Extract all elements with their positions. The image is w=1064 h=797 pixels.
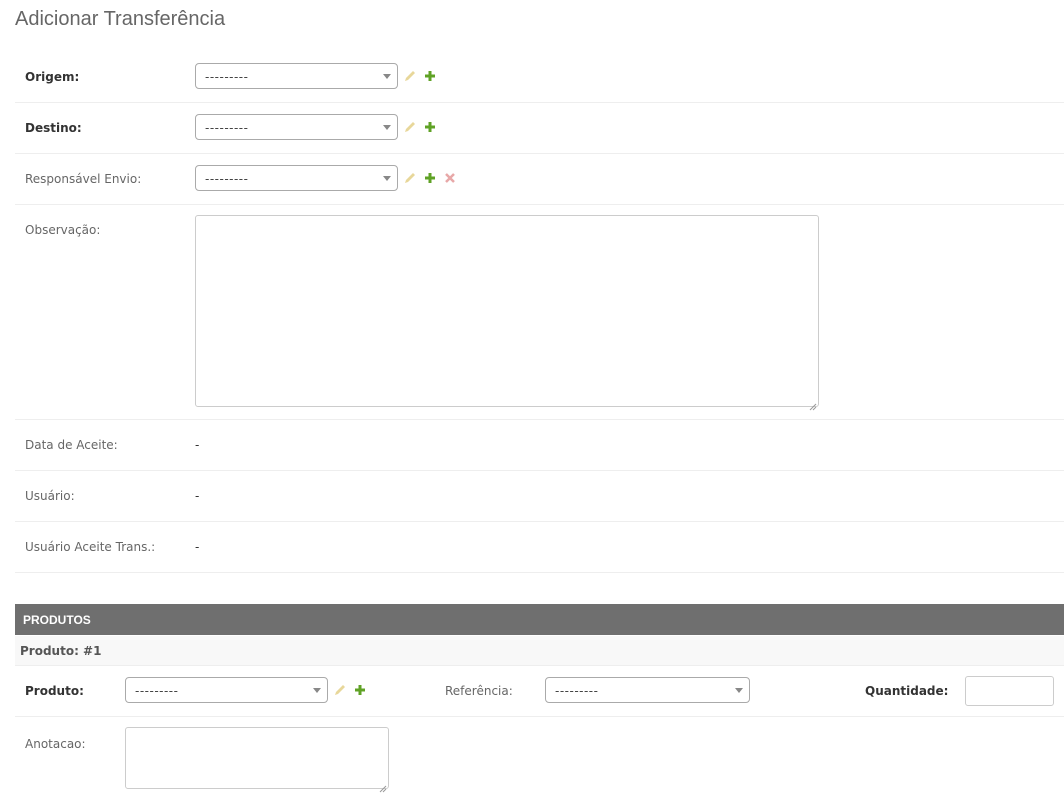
plus-icon[interactable] xyxy=(423,68,437,82)
pencil-icon[interactable] xyxy=(403,170,417,184)
plus-icon[interactable] xyxy=(353,682,367,696)
origem-select-value: --------- xyxy=(205,70,249,84)
produto-item-header: Produto: #1 xyxy=(15,636,1064,666)
data-aceite-value: - xyxy=(195,438,200,452)
field-row-origem: Origem: --------- xyxy=(15,52,1064,103)
usuario-value: - xyxy=(195,489,200,503)
produto-fields-row: Produto: --------- Referência: ---------… xyxy=(15,666,1064,717)
quantidade-input[interactable] xyxy=(965,676,1054,706)
responsavel-select[interactable]: --------- xyxy=(195,165,398,191)
transfer-form: Origem: --------- Destino: --------- Res… xyxy=(15,52,1064,573)
referencia-label: Referência: xyxy=(445,684,513,698)
usuario-aceite-value: - xyxy=(195,540,200,554)
responsavel-select-value: --------- xyxy=(205,172,249,186)
quantidade-label: Quantidade: xyxy=(865,684,949,698)
referencia-select[interactable]: --------- xyxy=(545,677,750,703)
resize-grip-icon[interactable] xyxy=(808,396,817,411)
destino-select-value: --------- xyxy=(205,121,249,135)
field-row-usuario: Usuário: - xyxy=(15,471,1064,522)
field-row-data-aceite: Data de Aceite: - xyxy=(15,420,1064,471)
chevron-down-icon xyxy=(383,74,391,79)
field-row-responsavel: Responsável Envio: --------- xyxy=(15,154,1064,205)
pencil-icon[interactable] xyxy=(403,68,417,82)
produtos-inline-title: PRODUTOS xyxy=(23,613,91,627)
anotacao-label: Anotacao: xyxy=(25,737,86,751)
usuario-label: Usuário: xyxy=(25,489,75,503)
pencil-icon[interactable] xyxy=(403,119,417,133)
chevron-down-icon xyxy=(735,688,743,693)
field-row-destino: Destino: --------- xyxy=(15,103,1064,154)
destino-select[interactable]: --------- xyxy=(195,114,398,140)
produto-select[interactable]: --------- xyxy=(125,677,328,703)
chevron-down-icon xyxy=(313,688,321,693)
field-row-usuario-aceite: Usuário Aceite Trans.: - xyxy=(15,522,1064,573)
x-icon[interactable] xyxy=(443,170,457,184)
destino-label: Destino: xyxy=(25,121,82,135)
responsavel-label: Responsável Envio: xyxy=(25,172,142,186)
pencil-icon[interactable] xyxy=(333,682,347,696)
observacao-label: Observação: xyxy=(25,223,101,237)
produto-label: Produto: xyxy=(25,684,84,698)
chevron-down-icon xyxy=(383,125,391,130)
plus-icon[interactable] xyxy=(423,170,437,184)
chevron-down-icon xyxy=(383,176,391,181)
usuario-aceite-label: Usuário Aceite Trans.: xyxy=(25,540,156,554)
plus-icon[interactable] xyxy=(423,119,437,133)
produtos-inline-header: PRODUTOS xyxy=(15,604,1064,635)
origem-label: Origem: xyxy=(25,70,80,84)
observacao-textarea[interactable] xyxy=(195,215,819,411)
referencia-select-value: --------- xyxy=(555,684,599,698)
origem-select[interactable]: --------- xyxy=(195,63,398,89)
data-aceite-label: Data de Aceite: xyxy=(25,438,118,452)
anotacao-textarea[interactable] xyxy=(125,727,389,793)
resize-grip-icon[interactable] xyxy=(378,778,387,793)
anotacao-row: Anotacao: xyxy=(15,717,1064,794)
produto-item-title: Produto: #1 xyxy=(20,644,102,658)
page-title: Adicionar Transferência xyxy=(15,8,226,30)
field-row-observacao: Observação: xyxy=(15,205,1064,420)
produto-select-value: --------- xyxy=(135,684,179,698)
